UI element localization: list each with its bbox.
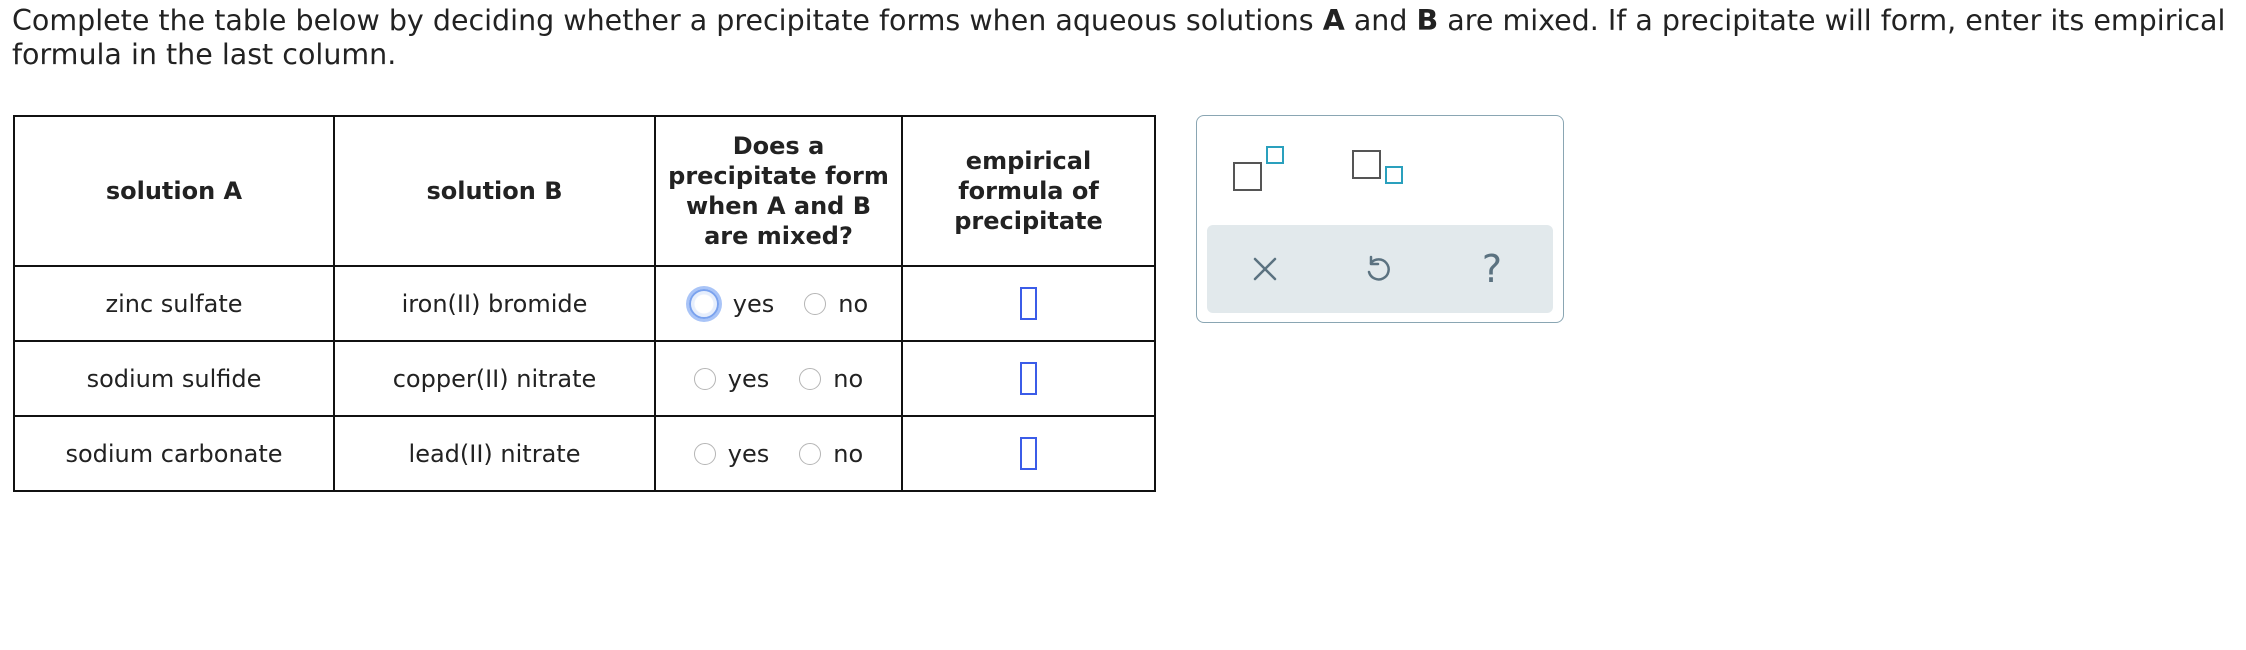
- cell-solution-a: sodium sulfide: [13, 340, 335, 417]
- radio-yes[interactable]: [688, 288, 719, 319]
- radio-no[interactable]: [799, 367, 822, 390]
- header-precipitate-text: Does a precipitate form when A and B are…: [668, 132, 889, 250]
- cell-precipitate-choice: yes no: [654, 265, 903, 342]
- radio-no-option[interactable]: no: [799, 365, 863, 393]
- radio-no-label: no: [833, 439, 864, 468]
- table-row: sodium carbonate lead(II) nitrate yes no: [13, 415, 1156, 492]
- formula-answer-box[interactable]: [1020, 287, 1037, 320]
- instructions-part2: and: [1344, 4, 1417, 37]
- header-formula-text: empirical formula of precipitate: [954, 147, 1103, 235]
- radio-yes-label: yes: [727, 439, 770, 468]
- radio-yes-option[interactable]: yes: [693, 439, 770, 468]
- cell-solution-a: sodium carbonate: [13, 415, 335, 492]
- precipitate-radio-group: yes no: [656, 440, 901, 468]
- cell-solution-a: zinc sulfate: [13, 265, 335, 342]
- precipitate-radio-group: yes no: [656, 288, 901, 319]
- instructions-bold-b: B: [1416, 4, 1439, 37]
- table-row: sodium sulfide copper(II) nitrate yes no: [13, 340, 1156, 417]
- cell-precipitate-choice: yes no: [654, 340, 903, 417]
- instructions-text: Complete the table below by deciding whe…: [12, 4, 2232, 72]
- radio-yes[interactable]: [693, 442, 716, 465]
- radio-no[interactable]: [804, 292, 827, 315]
- help-icon[interactable]: ?: [1452, 225, 1532, 313]
- cell-solution-b: copper(II) nitrate: [333, 340, 656, 417]
- table-header-row: solution A solution B Does a precipitate…: [13, 115, 1156, 267]
- undo-icon[interactable]: [1338, 225, 1418, 313]
- cell-solution-b: lead(II) nitrate: [333, 415, 656, 492]
- radio-no-option[interactable]: no: [799, 440, 863, 468]
- radio-no-label: no: [833, 364, 864, 393]
- radio-no-option[interactable]: no: [804, 290, 868, 318]
- close-icon[interactable]: [1225, 225, 1305, 313]
- header-solution-b: solution B: [333, 115, 656, 267]
- formula-palette: ?: [1196, 115, 1564, 323]
- superscript-icon[interactable]: [1233, 146, 1293, 196]
- precipitate-table: solution A solution B Does a precipitate…: [13, 115, 1156, 492]
- radio-yes-option[interactable]: yes: [688, 288, 775, 319]
- radio-no[interactable]: [799, 442, 822, 465]
- precipitate-radio-group: yes no: [656, 365, 901, 393]
- palette-action-bar: ?: [1207, 225, 1553, 313]
- help-glyph: ?: [1481, 247, 1503, 291]
- radio-yes-label: yes: [732, 289, 775, 318]
- header-empirical-formula: empirical formula of precipitate: [901, 115, 1156, 267]
- formula-answer-box[interactable]: [1020, 437, 1037, 470]
- header-solution-a: solution A: [13, 115, 335, 267]
- subscript-icon[interactable]: [1352, 146, 1412, 196]
- cell-precipitate-choice: yes no: [654, 415, 903, 492]
- instructions-bold-a: A: [1322, 4, 1345, 37]
- cell-formula: [901, 415, 1156, 492]
- cell-solution-b: iron(II) bromide: [333, 265, 656, 342]
- cell-formula: [901, 340, 1156, 417]
- instructions-part1: Complete the table below by deciding whe…: [12, 4, 1323, 37]
- radio-yes-label: yes: [727, 364, 770, 393]
- table-row: zinc sulfate iron(II) bromide yes no: [13, 265, 1156, 342]
- formula-answer-box[interactable]: [1020, 362, 1037, 395]
- radio-yes[interactable]: [693, 367, 716, 390]
- radio-no-label: no: [838, 289, 869, 318]
- cell-formula: [901, 265, 1156, 342]
- radio-yes-option[interactable]: yes: [693, 364, 770, 393]
- header-precipitate-forms: Does a precipitate form when A and B are…: [654, 115, 903, 267]
